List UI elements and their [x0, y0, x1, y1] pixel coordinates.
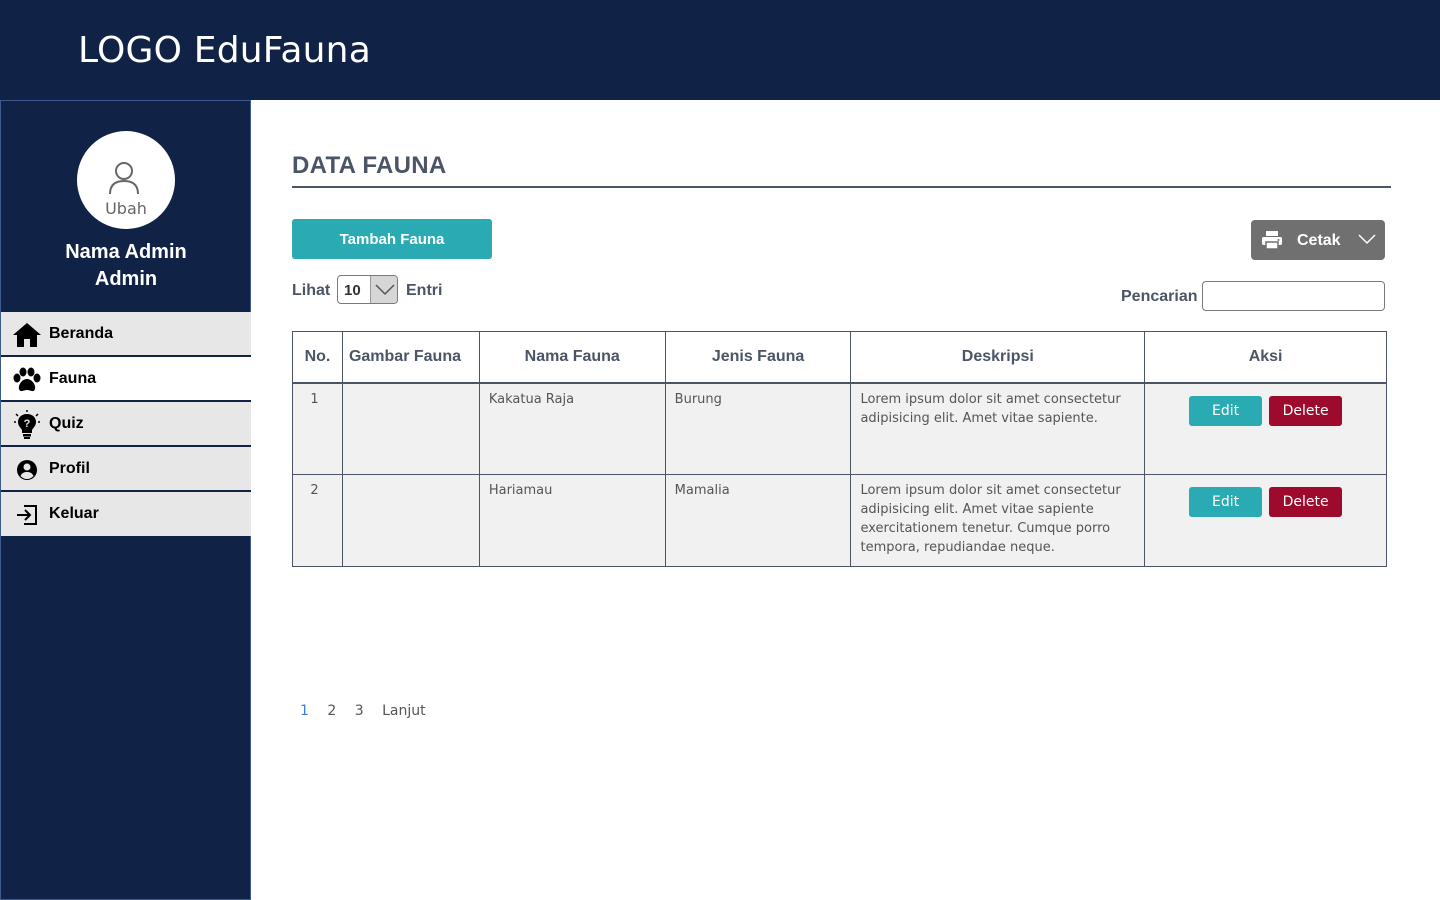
page-link-2[interactable]: 2	[327, 703, 336, 719]
edit-button[interactable]: Edit	[1189, 487, 1263, 517]
sidebar-item-label: Profil	[49, 460, 90, 477]
printer-icon	[1262, 231, 1282, 250]
entries-per-page-select[interactable]: 10	[337, 275, 398, 304]
delete-button[interactable]: Delete	[1269, 487, 1343, 517]
delete-button[interactable]: Delete	[1269, 395, 1343, 426]
entries-label: Entri	[406, 282, 443, 299]
avatar[interactable]: Ubah	[77, 131, 175, 229]
select-caret[interactable]	[370, 276, 397, 303]
brand-logo[interactable]: LOGO EduFauna	[78, 30, 371, 71]
sidebar-item-label: Fauna	[49, 370, 97, 387]
show-entries-label: Lihat	[292, 282, 331, 299]
admin-name: Nama Admin Admin	[1, 239, 251, 293]
table-row: 2 Hariamau Mamalia Lorem ipsum dolor sit…	[292, 474, 1387, 567]
sidebar: Ubah Nama Admin Admin Beranda Fauna ? Qu…	[0, 100, 251, 900]
print-button[interactable]: Cetak	[1251, 220, 1385, 260]
column-header-description: Deskripsi	[850, 331, 1146, 384]
svg-text:?: ?	[24, 418, 31, 430]
page-link-3[interactable]: 3	[355, 703, 364, 719]
page-link-1[interactable]: 1	[300, 703, 309, 719]
user-icon	[109, 162, 139, 195]
entries-per-page-value: 10	[344, 282, 361, 299]
cell-name: Kakatua Raja	[478, 382, 666, 475]
column-header-image: Gambar Fauna	[341, 331, 480, 384]
column-header-actions: Aksi	[1144, 331, 1387, 384]
cell-image	[341, 382, 480, 475]
column-header-name: Nama Fauna	[478, 331, 666, 384]
chevron-down-icon[interactable]	[1358, 233, 1376, 245]
logout-icon	[12, 501, 42, 529]
user-circle-icon	[12, 456, 42, 484]
top-header: LOGO EduFauna	[0, 0, 1440, 100]
cell-actions: Edit Delete	[1144, 474, 1387, 567]
sidebar-item-label: Quiz	[49, 415, 84, 432]
admin-name-line2: Admin	[94, 268, 158, 290]
cell-no: 1	[292, 382, 343, 475]
sidebar-item-profil[interactable]: Profil	[1, 447, 251, 492]
sidebar-item-keluar[interactable]: Keluar	[1, 492, 251, 536]
column-header-no: No.	[292, 331, 343, 384]
lightbulb-icon: ?	[12, 410, 42, 439]
print-label: Cetak	[1297, 232, 1341, 249]
sidebar-item-label: Keluar	[49, 505, 99, 522]
cell-description: Lorem ipsum dolor sit amet consectetur a…	[850, 382, 1146, 475]
sidebar-item-fauna[interactable]: Fauna	[1, 357, 251, 402]
sidebar-menu: Beranda Fauna ? Quiz Profil Keluar	[1, 312, 251, 536]
fauna-table: No. Gambar Fauna Nama Fauna Jenis Fauna …	[292, 331, 1387, 567]
sidebar-item-quiz[interactable]: ? Quiz	[1, 402, 251, 447]
next-page-link[interactable]: Lanjut	[382, 703, 426, 719]
edit-button[interactable]: Edit	[1189, 395, 1263, 426]
admin-name-line1: Nama Admin	[65, 241, 187, 263]
paw-icon	[12, 366, 42, 394]
avatar-change-label[interactable]: Ubah	[77, 199, 175, 218]
cell-description: Lorem ipsum dolor sit amet consectetur a…	[850, 474, 1146, 567]
page-title: DATA FAUNA	[292, 152, 447, 179]
cell-no: 2	[292, 474, 343, 567]
cell-image	[341, 474, 480, 567]
cell-actions: Edit Delete	[1144, 382, 1387, 475]
table-row: 1 Kakatua Raja Burung Lorem ipsum dolor …	[292, 382, 1387, 475]
sidebar-item-label: Beranda	[49, 325, 114, 342]
cell-name: Hariamau	[478, 474, 666, 567]
add-fauna-button[interactable]: Tambah Fauna	[292, 219, 492, 259]
chevron-down-icon	[375, 284, 395, 296]
search-input[interactable]	[1202, 281, 1385, 311]
sidebar-item-beranda[interactable]: Beranda	[1, 312, 251, 357]
home-icon	[12, 321, 42, 349]
pagination: 1 2 3 Lanjut	[300, 703, 440, 719]
search-label: Pencarian	[1121, 288, 1198, 305]
cell-type: Mamalia	[664, 474, 852, 567]
table-header-row: No. Gambar Fauna Nama Fauna Jenis Fauna …	[292, 331, 1387, 384]
column-header-type: Jenis Fauna	[664, 331, 852, 384]
cell-type: Burung	[664, 382, 852, 475]
title-divider	[292, 186, 1391, 188]
